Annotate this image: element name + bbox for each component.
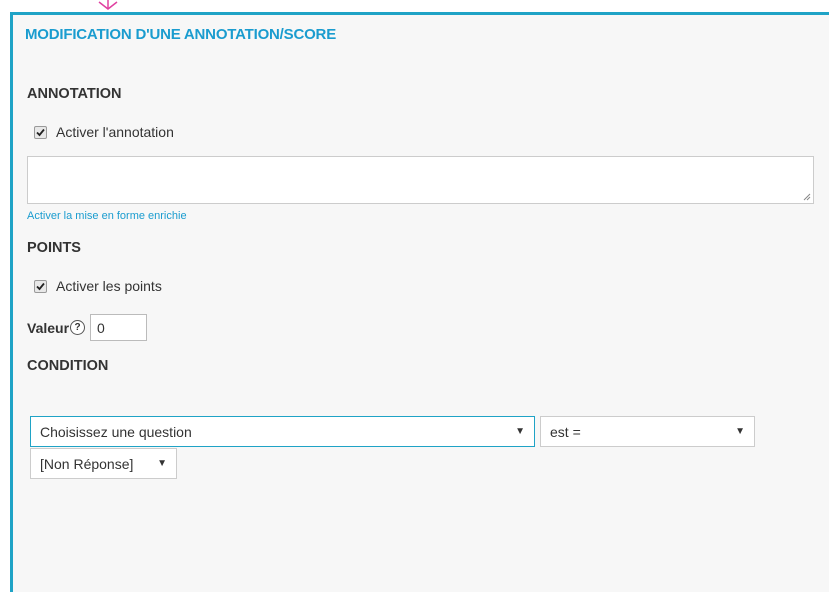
annotation-heading: ANNOTATION [27,86,122,102]
annotation-checkbox-label[interactable]: Activer l'annotation [56,124,174,140]
condition-heading: CONDITION [27,358,109,374]
panel-title: MODIFICATION D'UNE ANNOTATION/SCORE [25,26,336,43]
checkmark-icon [36,128,45,136]
question-select[interactable]: Choisissez une question ▼ [30,416,535,447]
annotation-checkbox[interactable] [34,125,47,139]
chevron-down-icon: ▼ [157,458,167,469]
points-checkbox-label[interactable]: Activer les points [56,278,162,294]
operator-select-value: est = [550,423,581,440]
help-icon[interactable]: ? [70,320,86,335]
points-heading: POINTS [27,240,81,256]
valeur-label: Valeur [27,319,70,336]
annotation-score-panel: MODIFICATION D'UNE ANNOTATION/SCORE ANNO… [10,12,829,592]
arrow-indicator-icon [98,0,118,10]
chevron-down-icon: ▼ [515,426,525,437]
annotation-textarea[interactable] [27,156,814,204]
chevron-down-icon: ▼ [735,426,745,437]
annotation-checkbox-row[interactable]: Activer l'annotation [34,124,174,140]
resize-grip-icon[interactable] [802,192,811,201]
points-checkbox-row[interactable]: Activer les points [34,278,162,294]
answer-select[interactable]: [Non Réponse] ▼ [30,448,177,479]
answer-select-value: [Non Réponse] [40,455,134,472]
checkmark-icon [36,282,45,290]
operator-select[interactable]: est = ▼ [540,416,755,447]
question-select-value: Choisissez une question [40,423,192,440]
valeur-input[interactable] [90,314,148,341]
valeur-row: Valeur ? [27,314,148,341]
rich-text-link[interactable]: Activer la mise en forme enrichie [27,210,187,222]
points-checkbox[interactable] [34,279,47,293]
